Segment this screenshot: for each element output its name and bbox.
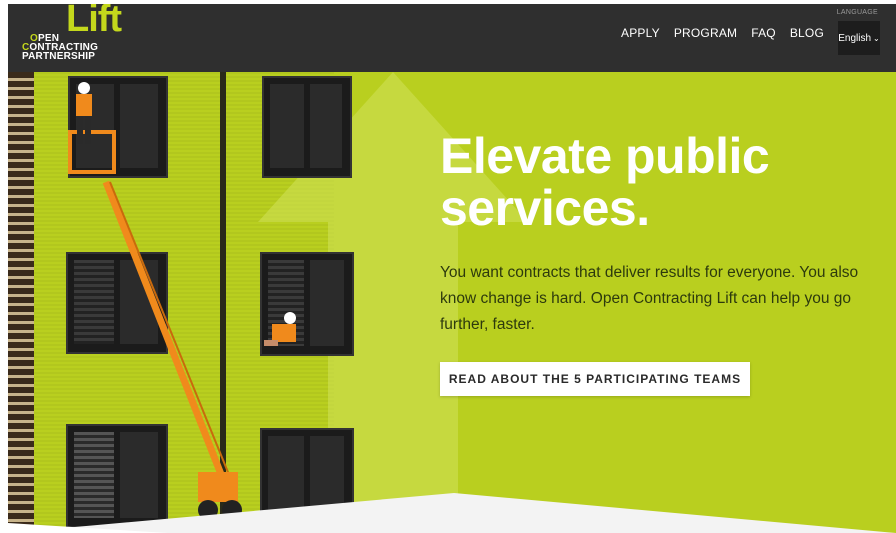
nav-program[interactable]: PROGRAM xyxy=(674,26,737,40)
language-selected: English xyxy=(838,32,872,44)
read-teams-button[interactable]: READ ABOUT THE 5 PARTICIPATING TEAMS xyxy=(440,362,750,396)
headline-line-2: services. xyxy=(440,180,650,236)
hero-headline: Elevate public services. xyxy=(440,130,880,234)
language-label: LANGUAGE xyxy=(836,9,878,16)
worker-on-lift-graphic xyxy=(76,82,92,144)
section-divider-shape xyxy=(8,493,896,533)
site-logo[interactable]: Lift OPEN CONTRACTING PARTNERSHIP xyxy=(22,4,142,68)
nav-apply[interactable]: APPLY xyxy=(621,26,660,40)
page: Lift OPEN CONTRACTING PARTNERSHIP APPLY … xyxy=(8,4,896,533)
headline-line-1: Elevate public xyxy=(440,128,770,184)
nav-faq[interactable]: FAQ xyxy=(751,26,776,40)
chevron-down-icon: ⌄ xyxy=(873,33,880,43)
site-header: Lift OPEN CONTRACTING PARTNERSHIP APPLY … xyxy=(8,4,896,72)
left-building-edge xyxy=(8,72,34,533)
worker-in-window-graphic xyxy=(264,312,296,346)
logo-wordmark: Lift xyxy=(66,4,122,40)
window xyxy=(262,76,352,178)
language-select[interactable]: English ⌄ xyxy=(838,21,880,55)
main-nav: APPLY PROGRAM FAQ BLOG xyxy=(621,26,824,40)
logo-line-partnership: PARTNERSHIP xyxy=(22,51,96,62)
hero-subtext: You want contracts that deliver results … xyxy=(440,264,859,333)
nav-blog[interactable]: BLOG xyxy=(790,26,824,40)
